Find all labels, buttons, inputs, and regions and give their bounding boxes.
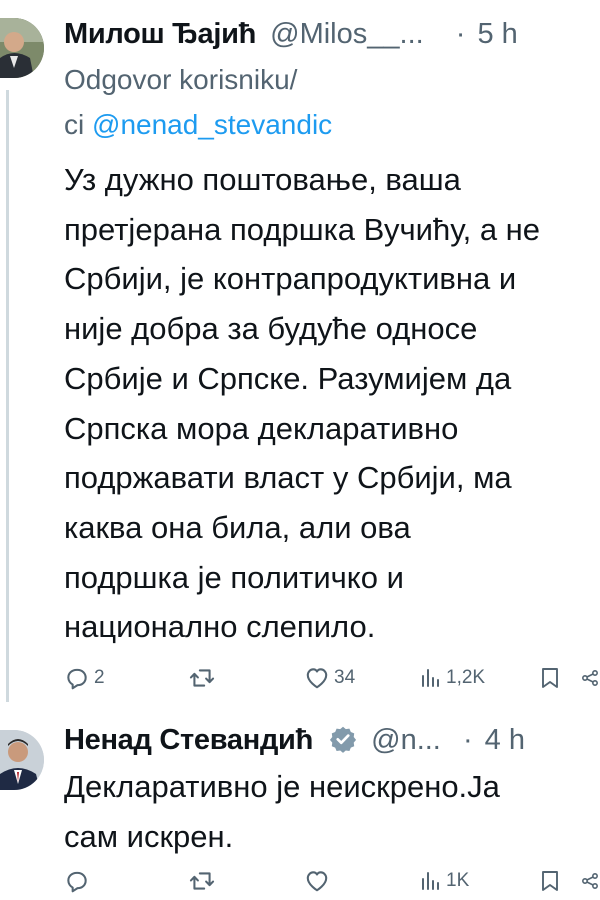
views-count: 1K bbox=[446, 870, 470, 891]
text-line: национално слепило. bbox=[64, 609, 376, 645]
text-line: Уз дужно поштовање, ваша bbox=[64, 162, 461, 197]
share-icon bbox=[582, 873, 598, 889]
text-line: није добра за будуће односе bbox=[64, 311, 478, 347]
retweet-icon bbox=[189, 669, 215, 687]
text-line: подржавати власт у Србији, ма bbox=[64, 460, 512, 496]
like-button[interactable]: 34 bbox=[304, 661, 355, 695]
views-count: 1,2K bbox=[446, 667, 486, 688]
bookmark-icon bbox=[542, 668, 558, 688]
text-line: Србије и Српске. Разумијем да bbox=[64, 360, 512, 396]
reply-count: 2 bbox=[94, 667, 105, 688]
bookmark-icon bbox=[542, 871, 558, 891]
heart-icon bbox=[306, 668, 328, 689]
share-button[interactable] bbox=[580, 661, 600, 695]
reply-button[interactable]: 2 bbox=[64, 661, 105, 695]
avatar[interactable] bbox=[0, 18, 44, 78]
tweet-header: Милош Ђајић @Milos__... · 5 h bbox=[64, 16, 600, 52]
retweet-button[interactable] bbox=[188, 661, 216, 695]
text-line: подршка је политичко и bbox=[64, 559, 404, 595]
text-line: каква она била, али ова bbox=[64, 509, 411, 545]
share-button[interactable] bbox=[580, 864, 600, 898]
share-icon bbox=[582, 670, 598, 686]
reply-button[interactable] bbox=[64, 864, 94, 898]
tweet-header: Ненад Стевандић @n... · 4 h bbox=[64, 722, 600, 758]
tweet-actions: 1K bbox=[64, 864, 600, 898]
text-line: претјерана подршка Вучићу, а не bbox=[64, 211, 541, 247]
reply-to-label: Odgovor korisniku/ bbox=[64, 64, 298, 95]
reply-icon bbox=[67, 668, 87, 690]
like-count: 34 bbox=[334, 667, 356, 688]
tweet-text: Декларативно је неискрено.Ја сам искрен. bbox=[64, 762, 600, 861]
text-line: Српска мора декларативно bbox=[64, 410, 459, 446]
text-line: Декларативно је неискрено.Ја bbox=[64, 769, 500, 804]
avatar[interactable] bbox=[0, 730, 44, 790]
verified-badge-icon bbox=[329, 726, 357, 753]
timestamp[interactable]: 4 h bbox=[485, 724, 525, 756]
text-line: сам искрен. bbox=[64, 818, 234, 854]
bookmark-button[interactable] bbox=[538, 661, 562, 695]
tweet-text: Уз дужно поштовање, ваша претјерана подр… bbox=[64, 155, 600, 652]
author-handle[interactable]: @n... bbox=[371, 724, 441, 756]
views-button[interactable]: 1,2K bbox=[418, 661, 485, 695]
views-button[interactable]: 1K bbox=[418, 864, 469, 898]
reply-ci: ci bbox=[64, 109, 85, 140]
reply-icon bbox=[67, 871, 87, 893]
like-button[interactable] bbox=[304, 864, 334, 898]
views-icon bbox=[422, 872, 439, 890]
author-name[interactable]: Милош Ђајић bbox=[64, 18, 256, 50]
heart-icon bbox=[306, 871, 328, 892]
tweet-1[interactable]: Милош Ђајић @Milos__... · 5 h Odgovor ko… bbox=[0, 0, 600, 705]
retweet-icon bbox=[189, 872, 215, 890]
reply-mention-link[interactable]: @nenad_stevandic bbox=[92, 109, 332, 140]
separator-dot: · bbox=[462, 724, 473, 756]
separator-dot: · bbox=[455, 18, 466, 50]
author-handle[interactable]: @Milos__... bbox=[270, 18, 424, 50]
author-name[interactable]: Ненад Стевандић bbox=[64, 724, 313, 756]
retweet-button[interactable] bbox=[188, 864, 216, 898]
bookmark-button[interactable] bbox=[538, 864, 562, 898]
thread-line bbox=[6, 90, 9, 702]
text-line: Србији, је контрапродуктивна и bbox=[64, 261, 517, 297]
tweet-actions: 2 34 1,2K bbox=[64, 661, 600, 695]
reply-to-line: ci @nenad_stevandic bbox=[64, 105, 332, 144]
tweet-2[interactable]: Ненад Стевандић @n... · 4 h Декларативно… bbox=[0, 705, 600, 900]
timestamp[interactable]: 5 h bbox=[477, 18, 517, 50]
views-icon bbox=[422, 669, 439, 687]
